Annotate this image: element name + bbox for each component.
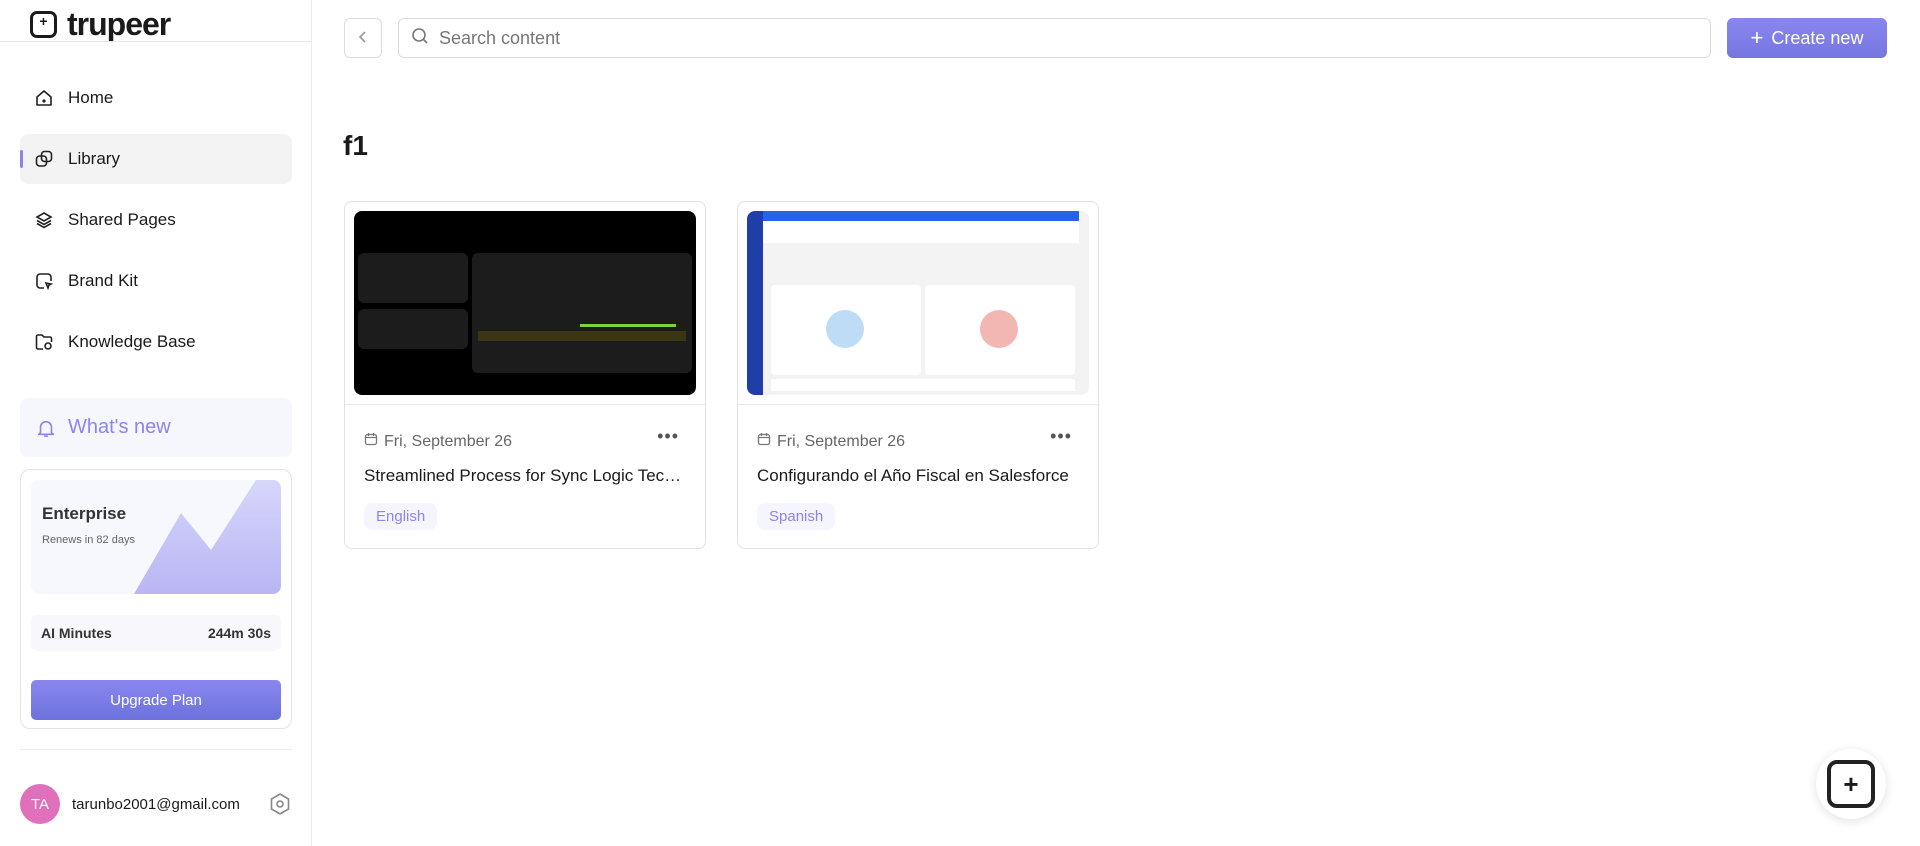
ai-minutes-label: AI Minutes [41, 625, 112, 641]
thumbnail-bar [771, 379, 1075, 391]
thumbnail-panel [472, 253, 692, 373]
thumbnail-preview [354, 211, 696, 233]
plan-hero: Enterprise Renews in 82 days [31, 480, 281, 594]
divider [20, 749, 292, 750]
thumbnail-panel [771, 285, 921, 375]
sidebar-item-shared-pages[interactable]: Shared Pages [20, 195, 292, 245]
sidebar-item-library[interactable]: Library [20, 134, 292, 184]
settings-icon[interactable] [268, 792, 292, 821]
more-options-button[interactable]: ••• [657, 426, 679, 447]
card-date-text: Fri, September 26 [777, 432, 906, 450]
bell-icon [36, 418, 56, 438]
logo[interactable]: trupeer [30, 5, 171, 42]
search-input[interactable] [439, 27, 1639, 49]
plus-icon: + [1750, 25, 1764, 50]
create-new-button[interactable]: + Create new [1727, 18, 1887, 58]
page-title: f1 [343, 130, 368, 161]
video-card[interactable]: Fri, September 26 ••• Streamlined Proces… [344, 201, 706, 549]
collapse-sidebar-button[interactable] [344, 18, 382, 58]
video-card[interactable]: Fri, September 26 ••• Configurando el Añ… [737, 201, 1099, 549]
whats-new-button[interactable]: What's new [20, 398, 292, 457]
ai-minutes-row: AI Minutes 244m 30s [31, 615, 281, 651]
search-bar[interactable] [398, 18, 1711, 58]
user-email: tarunbo2001@gmail.com [72, 795, 240, 813]
create-new-label: Create new [1771, 27, 1864, 48]
divider [738, 404, 1098, 405]
thumbnail-panel [358, 309, 468, 349]
whats-new-label: What's new [68, 416, 171, 438]
plan-card: Enterprise Renews in 82 days AI Minutes … [20, 469, 292, 729]
plan-name: Enterprise [42, 504, 127, 523]
thumbnail-bar [478, 331, 686, 341]
sidebar: trupeer Home Library Shared Pages Brand … [0, 0, 312, 846]
card-title[interactable]: Configurando el Año Fiscal en Salesforce [757, 466, 1077, 486]
card-title[interactable]: Streamlined Process for Sync Logic Techn… [364, 466, 684, 486]
more-options-button[interactable]: ••• [1050, 426, 1072, 447]
library-icon [34, 149, 54, 169]
plus-icon: + [1827, 760, 1875, 808]
thumbnail-panel [925, 285, 1075, 375]
floating-create-button[interactable]: + [1816, 749, 1886, 819]
language-tag: English [364, 503, 438, 530]
sidebar-item-label: Knowledge Base [68, 332, 196, 351]
brand-name: trupeer [67, 5, 171, 42]
sidebar-item-label: Brand Kit [68, 271, 138, 290]
card-date-text: Fri, September 26 [384, 432, 513, 450]
thumbnail-preview [747, 211, 763, 395]
video-thumbnail[interactable] [354, 211, 696, 395]
sidebar-item-knowledge-base[interactable]: Knowledge Base [20, 317, 292, 367]
sidebar-item-label: Library [68, 149, 120, 168]
layers-icon [34, 210, 54, 230]
avatar: TA [20, 784, 60, 824]
thumbnail-bar [763, 221, 1079, 243]
sidebar-item-brand-kit[interactable]: Brand Kit [20, 256, 292, 306]
video-thumbnail[interactable] [747, 211, 1089, 395]
divider [0, 41, 312, 42]
sidebar-item-label: Shared Pages [68, 210, 176, 229]
brand-kit-icon [34, 271, 54, 291]
thumbnail-bar [580, 324, 676, 327]
plan-renewal: Renews in 82 days [42, 534, 135, 546]
logo-icon [30, 10, 57, 38]
card-date: Fri, September 26 [757, 432, 905, 451]
language-tag: Spanish [757, 503, 836, 530]
search-icon [411, 27, 429, 50]
thumbnail-bar [763, 211, 1079, 221]
sidebar-item-home[interactable]: Home [20, 73, 292, 123]
thumbnail-panel [358, 253, 468, 303]
chevron-left-icon [356, 30, 370, 47]
card-date: Fri, September 26 [364, 432, 512, 451]
upgrade-plan-button[interactable]: Upgrade Plan [31, 680, 281, 720]
ai-minutes-value: 244m 30s [207, 625, 271, 641]
user-profile[interactable]: TA tarunbo2001@gmail.com [20, 784, 292, 824]
calendar-icon [757, 432, 771, 451]
folder-icon [34, 332, 54, 352]
home-icon [34, 88, 54, 108]
calendar-icon [364, 432, 378, 451]
sidebar-item-label: Home [68, 88, 114, 107]
divider [345, 404, 705, 405]
